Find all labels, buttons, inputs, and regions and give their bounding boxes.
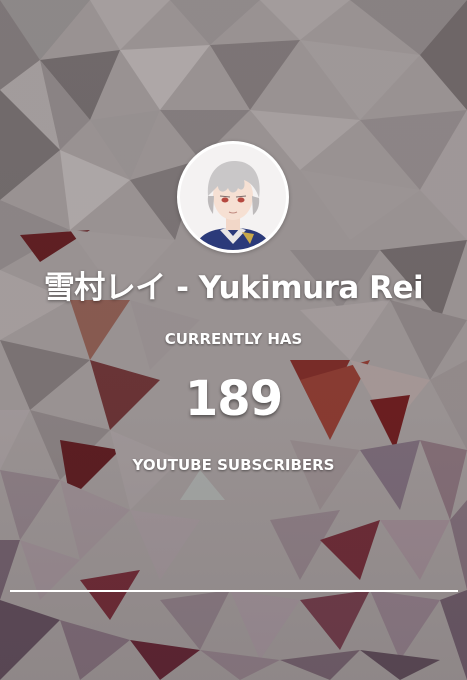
progress-bar-fill (10, 590, 458, 592)
youtube-subscribers-label: YOUTUBE SUBSCRIBERS (132, 456, 335, 474)
currently-has-label: CURRENTLY HAS (164, 330, 303, 348)
progress-bar (10, 590, 458, 592)
channel-name: 雪村レイ - Yukimura Rei (43, 270, 424, 306)
subscriber-count: 189 (184, 371, 283, 427)
avatar-portrait-icon (180, 144, 286, 250)
channel-avatar (177, 141, 289, 253)
